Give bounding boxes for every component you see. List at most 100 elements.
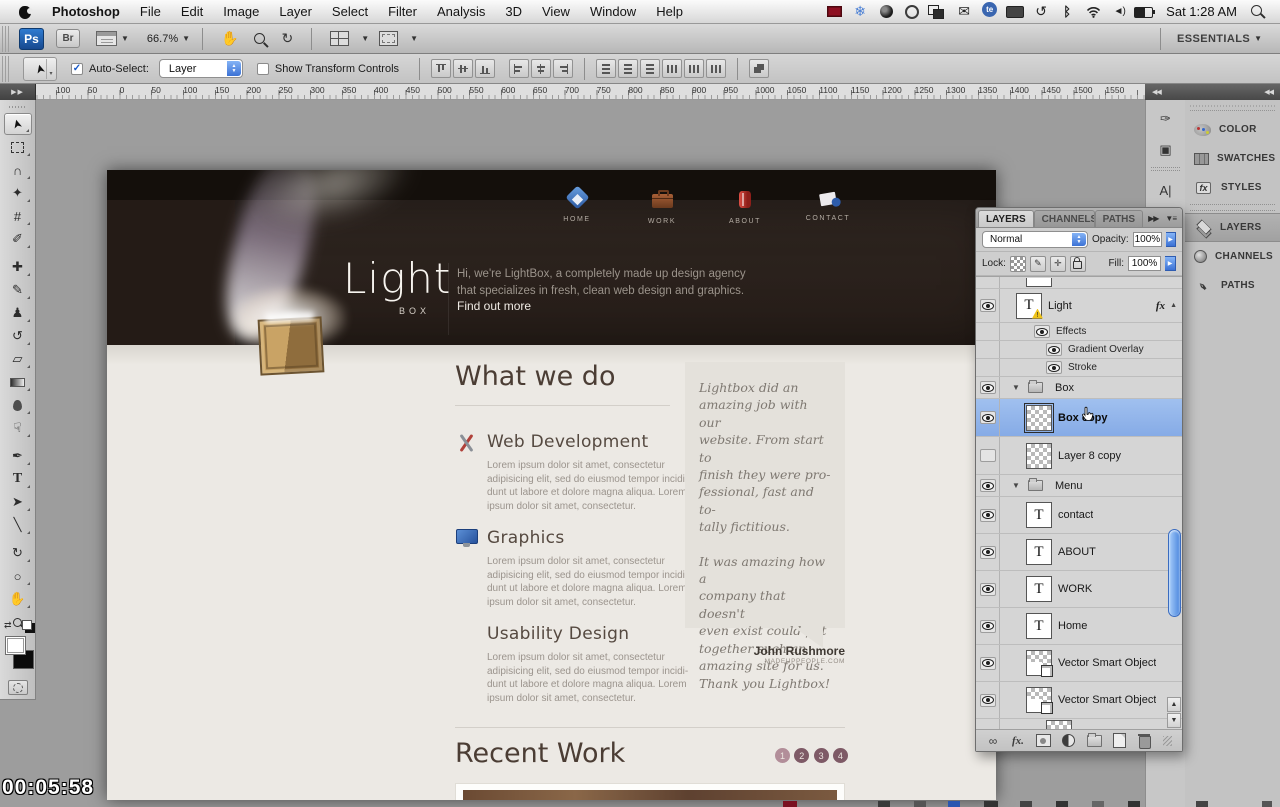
toolbox-collapse-icon[interactable]: ▶▶: [0, 84, 36, 100]
layer-row-vector-smart-object[interactable]: Vector Smart Object: [976, 682, 1182, 719]
opacity-value[interactable]: 100%: [1132, 232, 1163, 247]
zoom-level[interactable]: 66.7%: [147, 33, 178, 45]
visibility-toggle[interactable]: [1046, 343, 1062, 356]
rotate-view-icon[interactable]: ↻: [281, 30, 293, 47]
scroll-down-button[interactable]: ▼: [1167, 713, 1181, 728]
align-horizontal-centers-button[interactable]: [531, 59, 552, 78]
camera-icon[interactable]: [874, 2, 898, 22]
quick-selection-tool[interactable]: ✦: [4, 182, 32, 204]
distribute-horizontal-centers-button[interactable]: [684, 59, 705, 78]
battery-icon[interactable]: [1133, 2, 1157, 22]
panel-menu-icon[interactable]: ▼≡: [1165, 214, 1177, 223]
layer-row-vector-smart-object[interactable]: Vector Smart Object: [976, 645, 1182, 682]
screen-mode-dropdown[interactable]: ▼: [410, 34, 418, 43]
menu-image[interactable]: Image: [213, 4, 269, 19]
visibility-toggle[interactable]: [979, 411, 996, 424]
layer-row-home[interactable]: T Home: [976, 608, 1182, 645]
layer-row-menu[interactable]: ▼ Menu: [976, 475, 1182, 497]
document-canvas[interactable]: HOME WORK ABOUT CONTACT Light BOX Hi, we're…: [107, 170, 996, 800]
text-layer-thumbnail[interactable]: T: [1026, 576, 1052, 602]
visibility-toggle[interactable]: [979, 508, 996, 522]
distribute-top-edges-button[interactable]: [596, 59, 617, 78]
show-transform-controls-checkbox[interactable]: [256, 62, 269, 75]
type-tool[interactable]: T: [4, 468, 32, 490]
dock-app-icon[interactable]: [783, 801, 797, 807]
panel-collapse-icon[interactable]: ▶▶: [1148, 214, 1159, 223]
history-brush-tool[interactable]: ↺: [4, 325, 32, 347]
dock-button-layers[interactable]: LAYERS: [1185, 213, 1280, 242]
menu-select[interactable]: Select: [322, 4, 378, 19]
screen-recording-icon[interactable]: [822, 2, 846, 22]
menu-view[interactable]: View: [532, 4, 580, 19]
lock-position-button[interactable]: ✛: [1049, 255, 1066, 272]
quick-mask-button[interactable]: [8, 680, 28, 695]
spot-healing-brush-tool[interactable]: ✚: [4, 256, 32, 278]
layer-row-contact[interactable]: Tcontact: [976, 497, 1182, 534]
menu-filter[interactable]: Filter: [378, 4, 427, 19]
flurry-icon[interactable]: ❄: [848, 2, 872, 22]
rectangular-marquee-tool[interactable]: [4, 136, 32, 158]
time-machine-icon[interactable]: ↺: [1029, 2, 1053, 22]
arrange-documents-icon[interactable]: [330, 31, 350, 46]
layer-row-gradient-overlay[interactable]: Gradient Overlay: [976, 341, 1182, 359]
volume-icon[interactable]: ◄): [1107, 2, 1131, 22]
link-layers-icon[interactable]: ∞: [986, 734, 1000, 748]
dock-app-icon[interactable]: [914, 801, 926, 807]
dock-button-color[interactable]: COLOR: [1185, 115, 1280, 144]
eraser-tool[interactable]: ▱: [4, 348, 32, 370]
clone-source-panel-icon[interactable]: ▣: [1153, 138, 1179, 162]
menu-help[interactable]: Help: [646, 4, 693, 19]
panel-resize-grip[interactable]: [1162, 735, 1172, 746]
layers-scrollbar-thumb[interactable]: [1168, 529, 1181, 617]
move-tool[interactable]: ➤: [3, 113, 32, 135]
workspace-switcher[interactable]: ESSENTIALS ▼: [1150, 27, 1280, 50]
distribute-vertical-centers-button[interactable]: [618, 59, 639, 78]
tab-channels[interactable]: CHANNELS: [1033, 210, 1095, 227]
menu-file[interactable]: File: [130, 4, 171, 19]
layer-style-icon[interactable]: fx.: [1011, 734, 1025, 748]
menu-3d[interactable]: 3D: [495, 4, 532, 19]
spotlight-icon[interactable]: [1251, 3, 1262, 21]
fill-dropdown[interactable]: ▶: [1165, 256, 1176, 271]
menu-clock[interactable]: Sat 1:28 AM: [1166, 4, 1237, 19]
menu-layer[interactable]: Layer: [269, 4, 322, 19]
hand-tool[interactable]: ✋: [4, 588, 32, 610]
mail-icon[interactable]: ✉: [952, 2, 976, 22]
auto-select-target-select[interactable]: Layer ▲ ▼: [158, 59, 243, 78]
scroll-up-button[interactable]: ▲: [1167, 697, 1181, 712]
character-panel-icon[interactable]: A|: [1153, 178, 1179, 202]
menu-photoshop[interactable]: Photoshop: [42, 4, 130, 19]
add-layer-mask-icon[interactable]: [1035, 734, 1051, 748]
zoom-tool-icon[interactable]: [254, 33, 266, 44]
menu-analysis[interactable]: Analysis: [427, 4, 495, 19]
visibility-toggle[interactable]: [979, 449, 996, 462]
dock-button-swatches[interactable]: SWATCHES: [1185, 144, 1280, 173]
auto-select-checkbox[interactable]: ✓: [71, 62, 83, 75]
lasso-tool[interactable]: ∩: [4, 159, 32, 181]
blur-tool[interactable]: [4, 394, 32, 416]
distribute-right-edges-button[interactable]: [706, 59, 727, 78]
distribute-bottom-edges-button[interactable]: [640, 59, 661, 78]
dock-collapse-bar[interactable]: ◀◀ ◀◀: [1145, 84, 1280, 100]
view-extras-icon[interactable]: [96, 31, 117, 46]
menu-window[interactable]: Window: [580, 4, 646, 19]
dock-app-icon[interactable]: [1056, 801, 1068, 807]
toolbox-grip[interactable]: [9, 104, 26, 109]
text-layer-thumbnail[interactable]: T: [1016, 292, 1042, 319]
wifi-icon[interactable]: [1081, 2, 1105, 22]
displays-icon[interactable]: [926, 2, 950, 22]
adjustment-layer-icon[interactable]: [1062, 734, 1076, 748]
brushes-panel-icon[interactable]: ✑: [1153, 107, 1179, 131]
launch-bridge-button[interactable]: Br: [56, 29, 80, 48]
line-tool[interactable]: ╲: [4, 514, 32, 536]
dock-app-icon[interactable]: [1196, 801, 1208, 807]
path-selection-tool[interactable]: ➤: [4, 491, 32, 513]
layer-row-about[interactable]: T ABOUT: [976, 534, 1182, 571]
collapse-effects-icon[interactable]: ▲: [1170, 302, 1177, 309]
ring-icon[interactable]: [900, 2, 924, 22]
visibility-toggle[interactable]: [979, 619, 996, 633]
pen-tool[interactable]: ✒: [4, 445, 32, 467]
smart-object-thumbnail[interactable]: [1026, 650, 1053, 677]
align-top-edges-button[interactable]: [431, 59, 452, 78]
opacity-dropdown[interactable]: ▶: [1166, 232, 1176, 247]
